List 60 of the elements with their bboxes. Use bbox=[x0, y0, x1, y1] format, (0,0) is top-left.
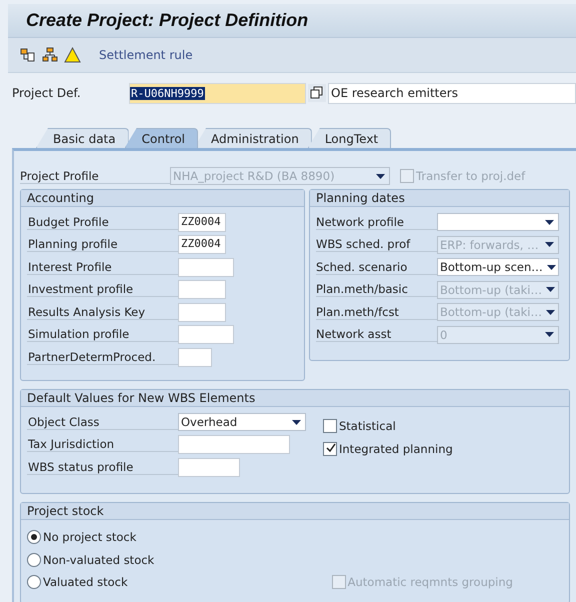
caret-icon bbox=[545, 242, 554, 248]
dropdown[interactable] bbox=[437, 213, 559, 232]
field-label: Tax Jurisdiction bbox=[27, 437, 178, 452]
radio-label: No project stock bbox=[43, 530, 136, 544]
input-field[interactable] bbox=[178, 435, 290, 454]
field-label: Investment profile bbox=[27, 282, 178, 298]
field-label: Budget Profile bbox=[27, 214, 178, 230]
caret-icon bbox=[545, 220, 554, 225]
field-label: Project Profile bbox=[20, 168, 170, 184]
radio-label: Non-valuated stock bbox=[43, 552, 154, 567]
project-def-field[interactable]: R-U06NH9999 bbox=[129, 82, 306, 104]
field-label: Planning profile bbox=[27, 237, 178, 252]
tab[interactable]: Control bbox=[124, 128, 198, 148]
field-value: R-U06NH9999 bbox=[130, 86, 205, 100]
group-title: Accounting bbox=[21, 190, 304, 207]
description-field[interactable]: OE research emitters bbox=[328, 82, 576, 104]
tab[interactable]: Basic data bbox=[36, 128, 129, 148]
radio-button[interactable] bbox=[27, 575, 41, 590]
group-title: Planning dates bbox=[310, 190, 569, 207]
dropdown[interactable]: Bottom-up scen… bbox=[437, 258, 559, 276]
field-label: WBS status profile bbox=[27, 460, 178, 475]
field-label: Simulation profile bbox=[27, 327, 178, 342]
settlement-rule-button[interactable]: Settlement rule bbox=[97, 48, 195, 62]
field-label: PartnerDetermProced. bbox=[27, 350, 178, 365]
window-title: Create Project: Project Definition bbox=[26, 10, 308, 31]
input-field[interactable] bbox=[178, 458, 240, 477]
caret-icon bbox=[545, 332, 554, 338]
input-field[interactable]: ZZ0004 bbox=[178, 212, 226, 232]
structure-icon[interactable] bbox=[42, 47, 58, 63]
radio-button[interactable] bbox=[27, 530, 41, 544]
caret-icon bbox=[376, 174, 385, 178]
group-title: Default Values for New WBS Elements bbox=[21, 390, 569, 407]
dropdown[interactable]: Overhead bbox=[178, 413, 306, 432]
caret-icon bbox=[546, 264, 556, 270]
caret-icon bbox=[546, 287, 555, 292]
input-field[interactable]: ZZ0004 bbox=[178, 235, 226, 254]
caret-icon bbox=[546, 310, 555, 315]
copy-icon[interactable] bbox=[308, 84, 326, 102]
hierarchy-icon[interactable] bbox=[20, 47, 36, 63]
checkbox-label: Transfer to proj.def bbox=[416, 169, 526, 183]
checkbox-label: Automatic reqmnts grouping bbox=[348, 575, 513, 590]
field-label: Object Class bbox=[27, 414, 178, 430]
input-field[interactable] bbox=[178, 280, 226, 300]
caret-icon bbox=[292, 420, 301, 425]
checkbox-label: Statistical bbox=[339, 419, 396, 434]
input-field[interactable] bbox=[178, 302, 226, 322]
field-label: Interest Profile bbox=[27, 260, 178, 275]
input-field[interactable] bbox=[178, 325, 234, 344]
checkbox[interactable] bbox=[323, 442, 337, 456]
input-field[interactable] bbox=[178, 258, 234, 277]
checkbox[interactable] bbox=[323, 419, 337, 434]
checkbox-label: Integrated planning bbox=[339, 442, 453, 456]
input-field[interactable] bbox=[178, 348, 212, 367]
tab[interactable]: LongText bbox=[308, 128, 392, 148]
warning-icon[interactable] bbox=[64, 47, 81, 63]
field-label: Results Analysis Key bbox=[27, 304, 178, 320]
group-title: Project stock bbox=[21, 503, 569, 520]
radio-button[interactable] bbox=[27, 552, 41, 567]
radio-label: Valuated stock bbox=[43, 575, 128, 590]
field-label: Project Def. bbox=[11, 86, 82, 100]
